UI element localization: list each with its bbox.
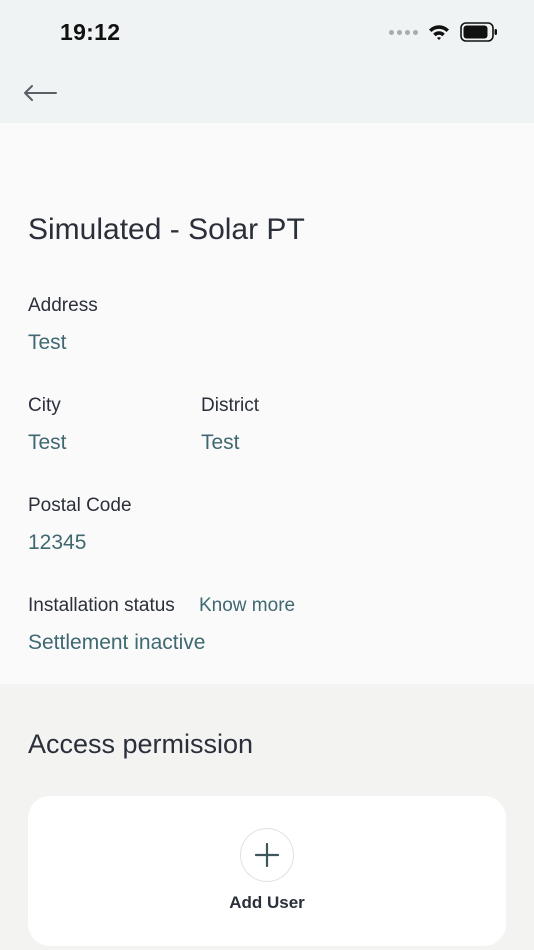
postal-code-label: Postal Code [28, 495, 132, 516]
postal-code-value: 12345 [28, 531, 87, 554]
cellular-signal-icon [389, 29, 418, 35]
know-more-link[interactable]: Know more [199, 595, 295, 617]
add-user-label[interactable]: Add User [28, 893, 506, 913]
status-time: 19:12 [60, 19, 121, 45]
battery-icon [460, 22, 497, 42]
district-label: District [201, 395, 260, 416]
add-user-button[interactable] [240, 828, 294, 882]
screen: 19:12 Simulated - Solar PT Address Test … [0, 0, 534, 950]
installation-status-value: Settlement inactive [28, 631, 206, 654]
site-title: Simulated - Solar PT [28, 213, 305, 246]
installation-status-label: Installation status [28, 595, 175, 616]
wifi-icon [429, 25, 449, 40]
status-icons [389, 22, 498, 42]
site-details-card: Simulated - Solar PT Address Test City T… [0, 123, 534, 684]
city-label: City [28, 395, 61, 416]
back-arrow-icon [24, 85, 57, 101]
plus-icon [255, 843, 279, 867]
city-value: Test [28, 431, 67, 454]
address-label: Address [28, 295, 98, 316]
access-permission-title: Access permission [28, 729, 254, 759]
header: 19:12 [0, 0, 534, 123]
district-value: Test [201, 431, 240, 454]
address-value: Test [28, 331, 67, 354]
back-button[interactable] [20, 78, 60, 108]
add-user-card: Add User [28, 796, 506, 946]
